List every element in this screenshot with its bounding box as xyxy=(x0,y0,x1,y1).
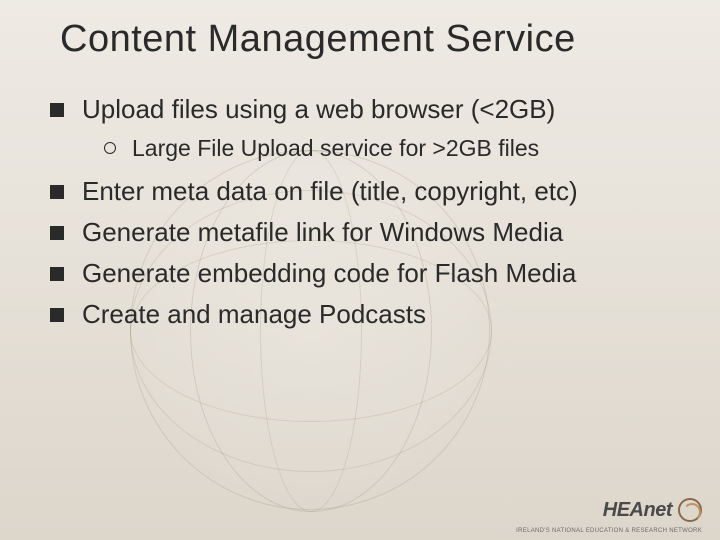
bullet-list: Upload files using a web browser (<2GB) … xyxy=(50,92,670,339)
list-item: Upload files using a web browser (<2GB) xyxy=(50,92,670,127)
list-sub-item: Large File Upload service for >2GB files xyxy=(104,133,670,164)
square-bullet-icon xyxy=(50,185,64,199)
heanet-logo: HEAnet xyxy=(603,498,702,522)
square-bullet-icon xyxy=(50,267,64,281)
list-item-text: Generate embedding code for Flash Media xyxy=(82,256,576,291)
swirl-icon xyxy=(678,498,702,522)
square-bullet-icon xyxy=(50,226,64,240)
logo-tagline: IRELAND'S NATIONAL EDUCATION & RESEARCH … xyxy=(516,528,702,534)
list-item: Generate metafile link for Windows Media xyxy=(50,215,670,250)
circle-bullet-icon xyxy=(104,142,116,154)
slide-title: Content Management Service xyxy=(60,18,576,61)
list-sub-item-text: Large File Upload service for >2GB files xyxy=(132,133,539,164)
list-item-text: Generate metafile link for Windows Media xyxy=(82,215,563,250)
logo-text: HEAnet xyxy=(603,499,672,522)
square-bullet-icon xyxy=(50,308,64,322)
list-item: Generate embedding code for Flash Media xyxy=(50,256,670,291)
list-item-text: Enter meta data on file (title, copyrigh… xyxy=(82,174,578,209)
list-item: Enter meta data on file (title, copyrigh… xyxy=(50,174,670,209)
list-item-text: Upload files using a web browser (<2GB) xyxy=(82,92,555,127)
list-item: Create and manage Podcasts xyxy=(50,297,670,332)
list-item-text: Create and manage Podcasts xyxy=(82,297,426,332)
square-bullet-icon xyxy=(50,103,64,117)
slide: Content Management Service Upload files … xyxy=(0,0,720,540)
